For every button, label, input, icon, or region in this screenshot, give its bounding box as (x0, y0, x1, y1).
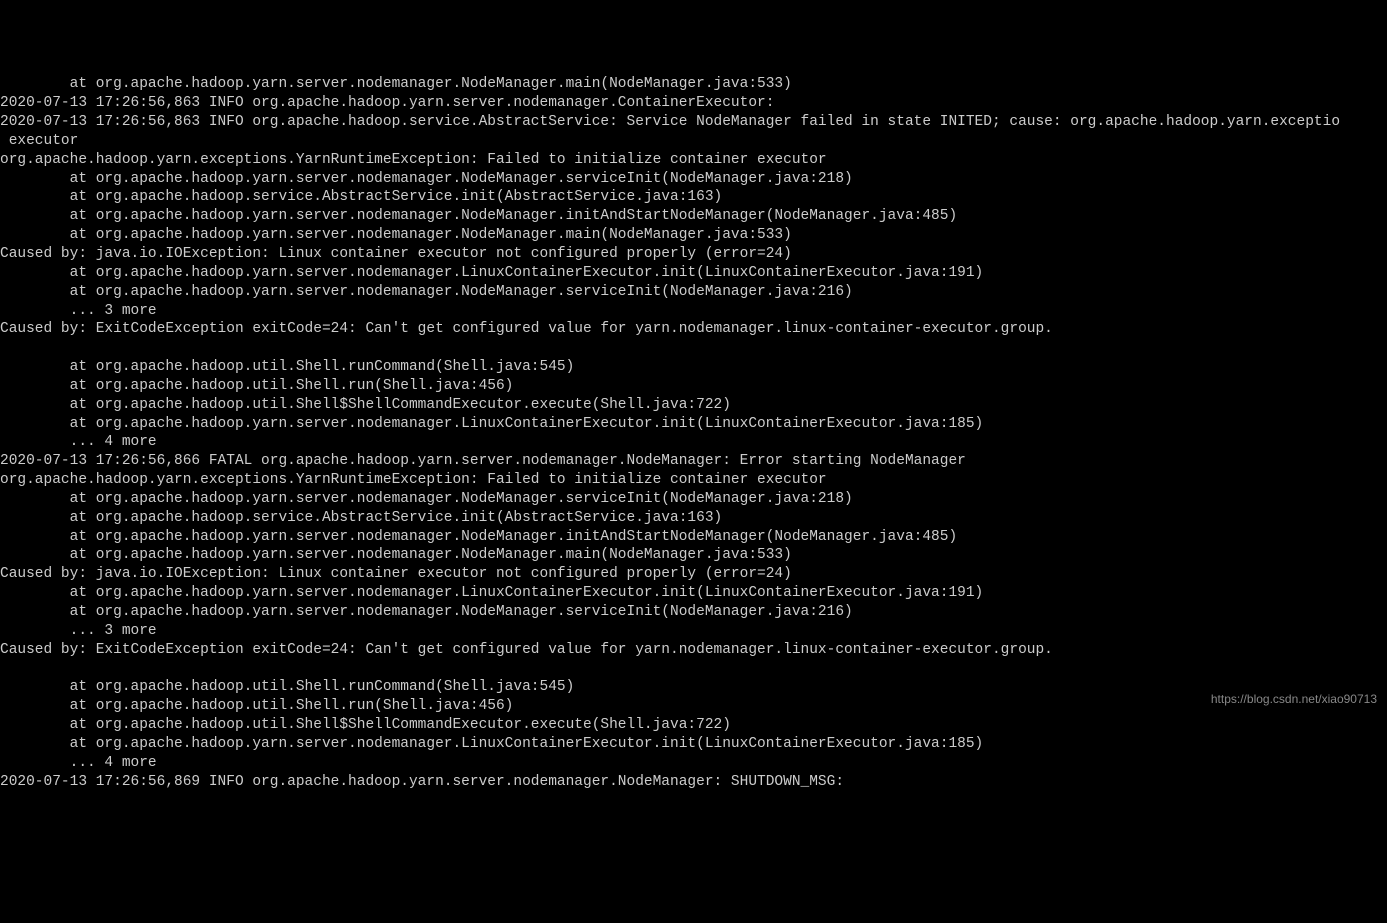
watermark-text: https://blog.csdn.net/xiao90713 (1211, 692, 1377, 708)
terminal-log-output[interactable]: at org.apache.hadoop.yarn.server.nodeman… (0, 75, 1387, 791)
